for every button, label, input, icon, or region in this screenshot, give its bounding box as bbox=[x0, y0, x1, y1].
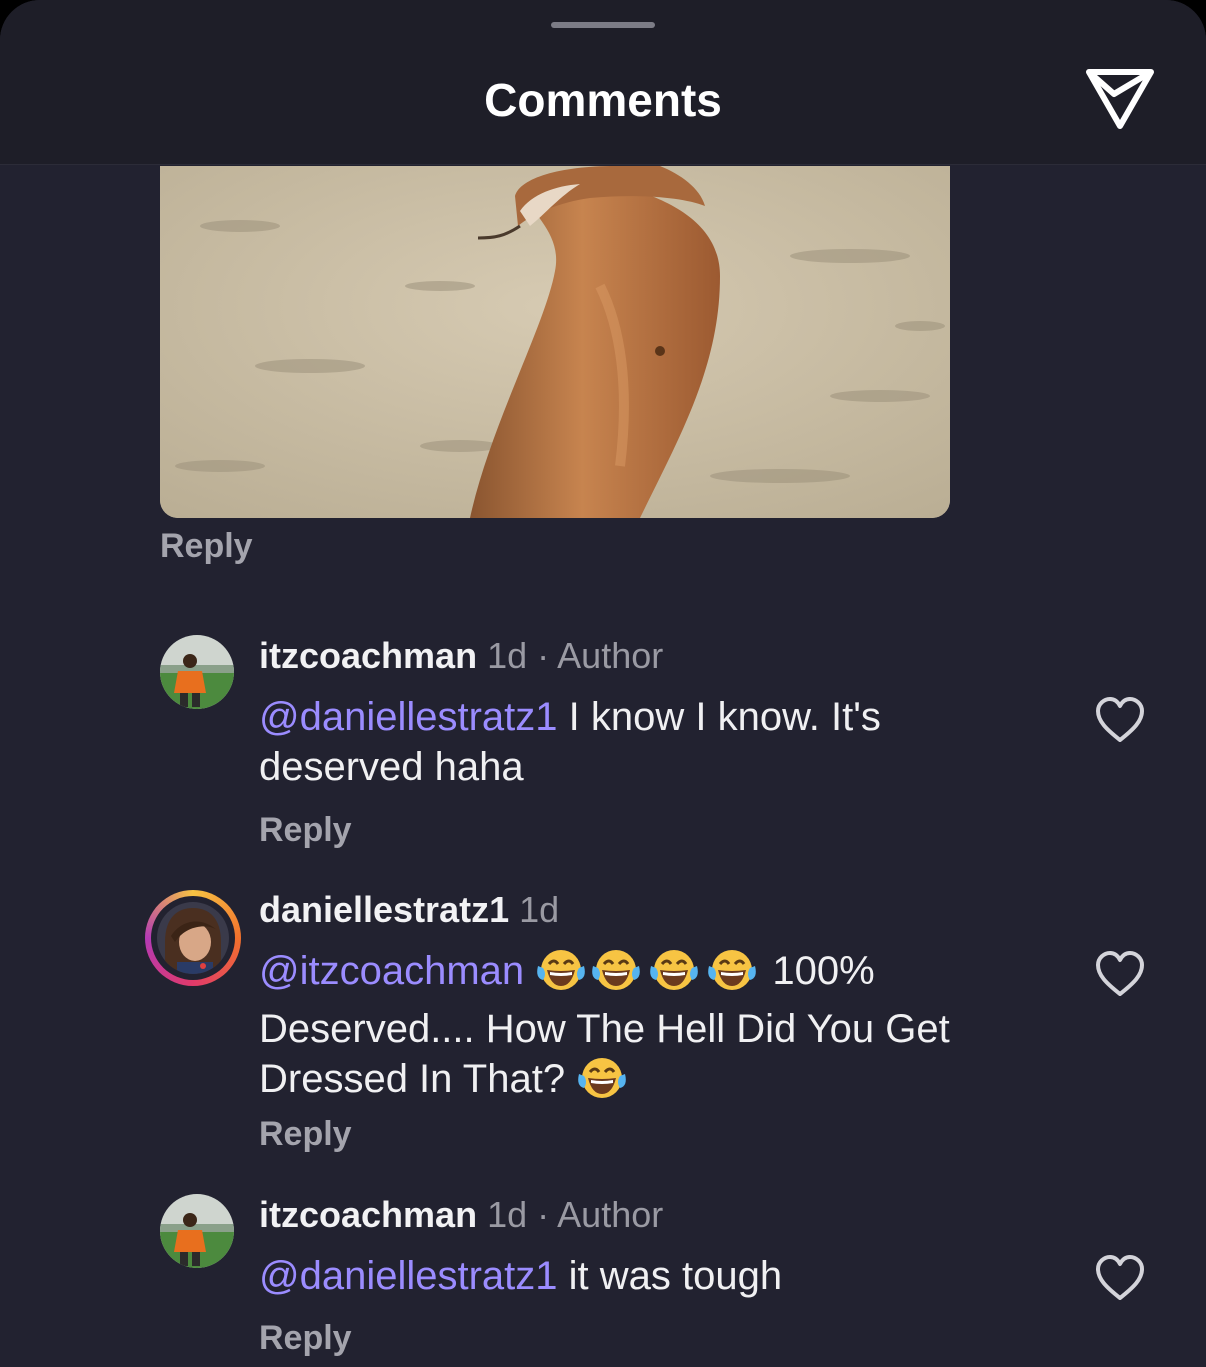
tears-of-joy-emoji bbox=[703, 948, 761, 1004]
username[interactable]: daniellestratz1 bbox=[259, 889, 509, 930]
reply-button[interactable]: Reply bbox=[259, 810, 352, 850]
comment-text-line1: 100% bbox=[761, 949, 875, 993]
tears-of-joy-emoji bbox=[576, 1056, 628, 1112]
timestamp: 1d bbox=[519, 889, 560, 930]
author-badge: Author bbox=[557, 1194, 664, 1235]
comment-text-line1: it was tough bbox=[557, 1254, 783, 1298]
comment-text: @daniellestratz1 I know I know. It's des… bbox=[259, 692, 881, 792]
heart-icon[interactable] bbox=[1094, 950, 1146, 998]
comment-text: @itzcoachman 100% Deserved.... How The H… bbox=[259, 946, 950, 1112]
header: Comments bbox=[0, 0, 1206, 164]
reply-button[interactable]: Reply bbox=[259, 1318, 352, 1358]
author-badge: Author bbox=[557, 635, 664, 676]
header-divider bbox=[0, 164, 1206, 165]
comment-meta: itzcoachman 1d · Author bbox=[259, 1193, 663, 1237]
comment-text-line1: I know I know. It's bbox=[557, 695, 881, 739]
heart-icon[interactable] bbox=[1094, 1254, 1146, 1302]
comment-text-line2: deserved haha bbox=[259, 745, 524, 789]
username[interactable]: itzcoachman bbox=[259, 1194, 477, 1235]
comment-text-line2: Deserved.... How The Hell Did You Get bbox=[259, 1007, 950, 1051]
send-icon[interactable] bbox=[1084, 64, 1156, 132]
avatar-photo bbox=[157, 902, 229, 974]
avatar[interactable] bbox=[160, 635, 234, 709]
comment-text: @daniellestratz1 it was tough bbox=[259, 1251, 782, 1301]
mention-link[interactable]: @itzcoachman bbox=[259, 949, 524, 993]
page-title: Comments bbox=[484, 74, 722, 126]
comment-meta: itzcoachman 1d · Author bbox=[259, 634, 663, 678]
username[interactable]: itzcoachman bbox=[259, 635, 477, 676]
timestamp: 1d bbox=[487, 635, 528, 676]
comments-sheet: Comments Reply itzcoachman 1d · Author @… bbox=[0, 0, 1206, 1367]
avatar[interactable] bbox=[145, 890, 241, 986]
timestamp: 1d bbox=[487, 1194, 528, 1235]
separator: · bbox=[537, 635, 550, 676]
avatar[interactable] bbox=[160, 1194, 234, 1268]
reply-button[interactable]: Reply bbox=[259, 1114, 352, 1154]
mention-link[interactable]: @daniellestratz1 bbox=[259, 1254, 558, 1298]
mention-link[interactable]: @daniellestratz1 bbox=[259, 695, 558, 739]
separator: · bbox=[537, 1194, 550, 1235]
comment-text-line3: Dressed In That? bbox=[259, 1057, 566, 1101]
reply-button[interactable]: Reply bbox=[160, 526, 253, 566]
gif-attachment[interactable] bbox=[160, 166, 950, 518]
comment-meta: daniellestratz1 1d bbox=[259, 888, 559, 932]
drag-handle[interactable] bbox=[551, 22, 655, 28]
tears-of-joy-emoji bbox=[645, 948, 703, 1004]
heart-icon[interactable] bbox=[1094, 696, 1146, 744]
tears-of-joy-emoji bbox=[587, 948, 645, 1004]
tears-of-joy-emoji bbox=[535, 948, 587, 1004]
